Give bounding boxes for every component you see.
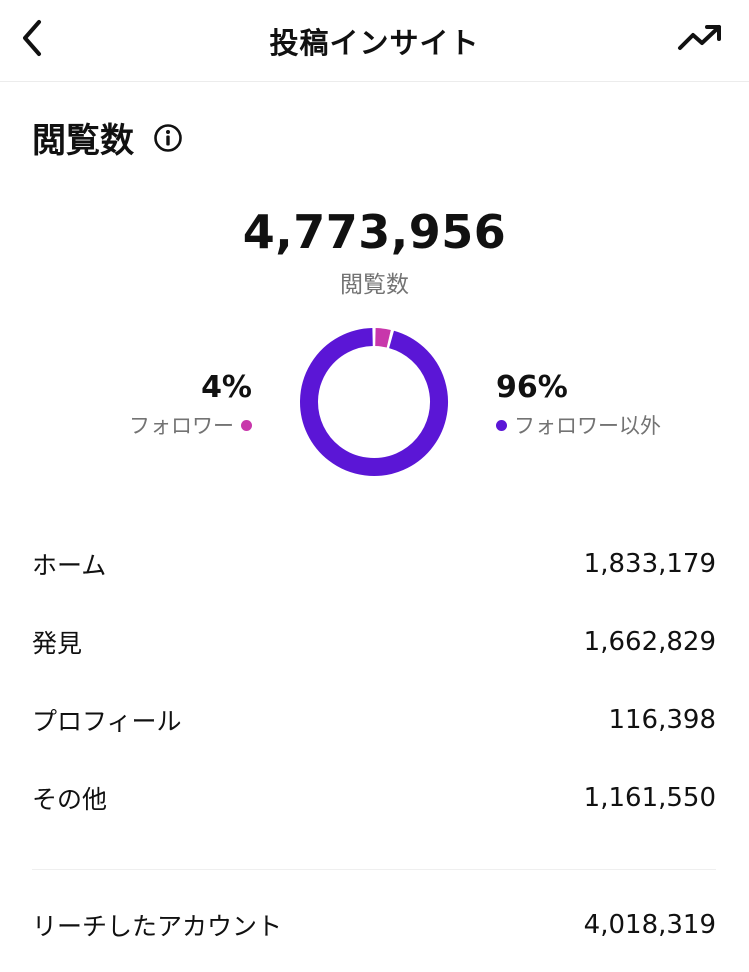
source-label: プロフィール [32, 707, 182, 736]
followers-label: フォロワー [129, 414, 234, 438]
source-row-profile: プロフィール 116,398 [32, 700, 716, 740]
followers-donut-chart [300, 328, 448, 476]
total-views-label: 閲覧数 [340, 272, 409, 298]
reach-row: リーチしたアカウント 4,018,319 [32, 905, 716, 945]
donut-slice-followers [375, 328, 391, 348]
views-heading: 閲覧数 [32, 121, 134, 161]
reach-label: リーチしたアカウント [32, 912, 283, 941]
trending-up-icon [678, 25, 721, 50]
source-value: 1,662,829 [583, 627, 716, 657]
followers-percent: 4% [201, 370, 252, 405]
source-label: 発見 [32, 629, 83, 658]
source-value: 1,833,179 [583, 549, 716, 579]
divider [32, 869, 716, 870]
followers-segment: 4% フォロワー [129, 370, 252, 440]
non-followers-segment: 96% フォロワー以外 [496, 370, 661, 440]
source-row-home: ホーム 1,833,179 [32, 544, 716, 584]
followers-legend-dot [241, 419, 252, 431]
source-value: 1,161,550 [583, 783, 716, 813]
info-icon[interactable] [152, 122, 184, 154]
header-bar: 投稿インサイト [0, 0, 749, 82]
total-views-value: 4,773,956 [242, 205, 507, 259]
source-row-other: その他 1,161,550 [32, 778, 716, 818]
source-row-explore: 発見 1,662,829 [32, 622, 716, 662]
non-followers-label: フォロワー以外 [514, 414, 661, 438]
trends-button[interactable] [675, 18, 725, 58]
non-followers-legend-dot [496, 419, 507, 431]
page-title: 投稿インサイト [269, 26, 480, 60]
source-label: その他 [32, 785, 108, 814]
donut-slice-non-followers [300, 328, 448, 476]
reach-value: 4,018,319 [583, 910, 716, 940]
source-value: 116,398 [608, 705, 716, 735]
source-label: ホーム [32, 551, 107, 580]
non-followers-percent: 96% [496, 370, 568, 405]
views-section-title: 閲覧数 [32, 113, 184, 162]
